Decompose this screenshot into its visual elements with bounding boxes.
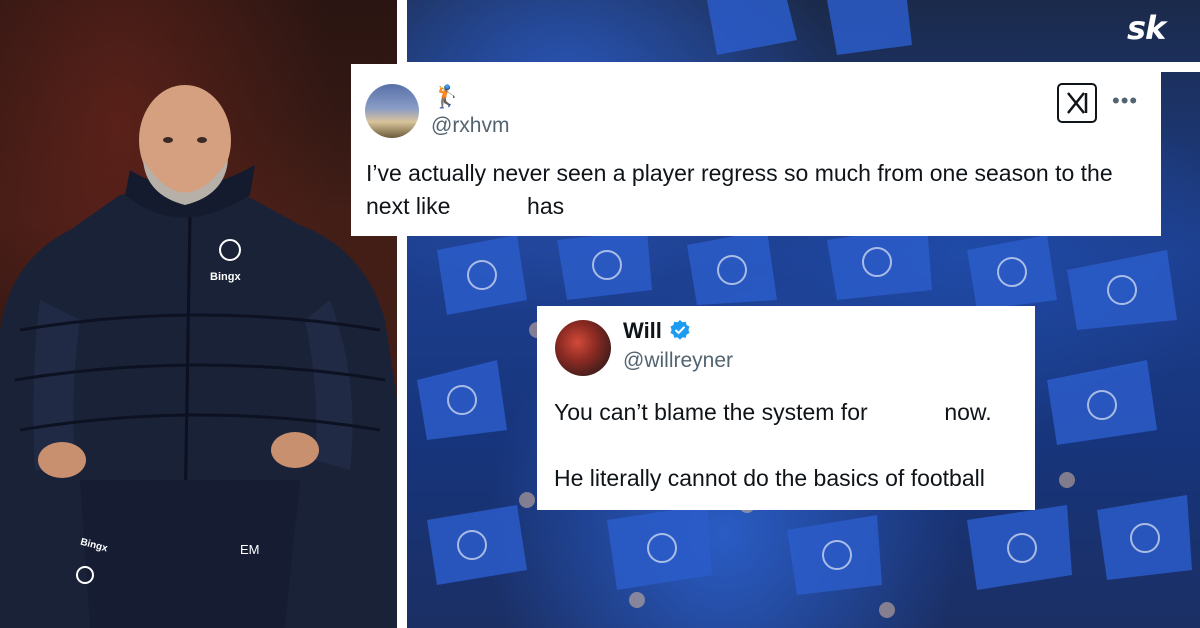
- tweet-text: I’ve actually never seen a player regres…: [366, 160, 1113, 219]
- tweet-card-1[interactable]: 🏌 @rxhvm ••• I’ve actually never seen a …: [351, 64, 1161, 236]
- display-name[interactable]: Will: [623, 318, 662, 344]
- tweet-card-2[interactable]: Will @willreyner You can’t blame the sys…: [537, 306, 1035, 510]
- display-name-emoji[interactable]: 🏌: [433, 84, 460, 110]
- user-handle[interactable]: @willreyner: [623, 349, 733, 373]
- tweet-text: You can’t blame the system for now. He l…: [554, 399, 992, 491]
- manager-photo: Bingx Bingx EM: [0, 0, 397, 628]
- avatar[interactable]: [365, 84, 419, 138]
- jacket-sponsor-text: Bingx: [210, 271, 241, 283]
- sportskeeda-logo: sk: [1127, 9, 1166, 47]
- user-handle[interactable]: @rxhvm: [431, 114, 509, 138]
- initials-text: EM: [240, 542, 260, 557]
- x-logo-icon[interactable]: [1057, 83, 1097, 123]
- avatar[interactable]: [555, 320, 611, 376]
- verified-badge-icon: [670, 320, 690, 340]
- more-options-icon[interactable]: •••: [1112, 88, 1138, 114]
- manager-figure: [0, 85, 397, 628]
